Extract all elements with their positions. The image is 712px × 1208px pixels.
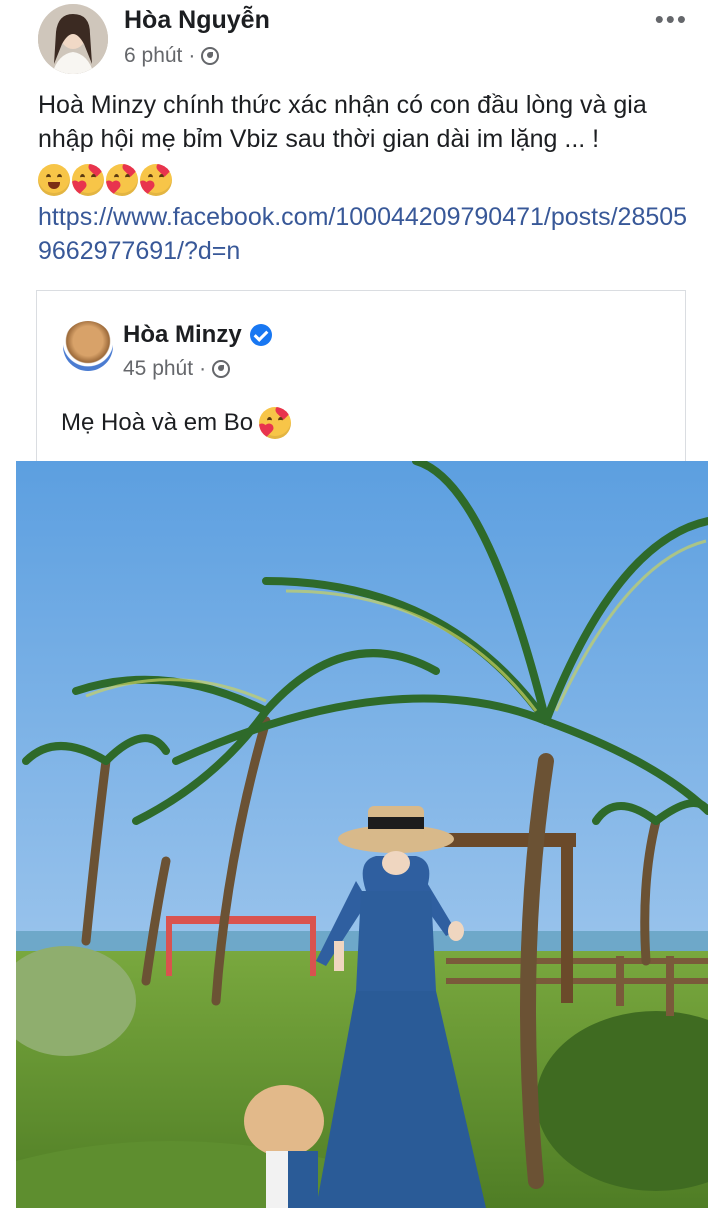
verified-badge-icon <box>249 324 272 346</box>
smiling-face-with-hearts-icon <box>72 164 104 196</box>
shared-post-card[interactable]: Hòa Minzy 45 phút · Mẹ Hoà và em Bo <box>36 290 686 462</box>
more-options-icon[interactable]: ••• <box>655 4 688 35</box>
shared-author-row: Hòa Minzy <box>123 321 272 349</box>
meta-separator: · <box>199 357 207 380</box>
post-time[interactable]: 6 phút <box>124 44 182 68</box>
beach-photo-illustration <box>16 461 708 1208</box>
emoji-row <box>38 164 172 196</box>
smiling-face-with-hearts-icon <box>140 164 172 196</box>
post-header: Hòa Nguyễn 6 phút · ••• <box>0 0 712 80</box>
post-text: Hoà Minzy chính thức xác nhận có con đầu… <box>38 91 647 153</box>
post-link[interactable]: https://www.facebook.com/100044209790471… <box>38 200 698 268</box>
author-avatar[interactable] <box>38 4 108 74</box>
post-photo[interactable] <box>16 461 708 1208</box>
post-meta: 6 phút · <box>124 44 220 68</box>
smiling-face-with-hearts-icon <box>259 407 292 439</box>
globe-icon <box>212 360 231 378</box>
shared-post-time[interactable]: 45 phút <box>123 357 193 381</box>
smiling-face-with-hearts-icon <box>106 164 138 196</box>
shared-post-meta: 45 phút · <box>123 357 231 381</box>
globe-icon <box>201 47 220 65</box>
shared-author-name[interactable]: Hòa Minzy <box>123 321 242 349</box>
author-name[interactable]: Hòa Nguyễn <box>124 6 270 35</box>
shared-post-text-row: Mẹ Hoà và em Bo <box>61 407 292 439</box>
shared-post-text: Mẹ Hoà và em Bo <box>61 409 254 436</box>
shared-author-avatar[interactable] <box>63 321 113 371</box>
meta-separator: · <box>188 44 196 67</box>
grinning-face-icon <box>38 164 70 196</box>
